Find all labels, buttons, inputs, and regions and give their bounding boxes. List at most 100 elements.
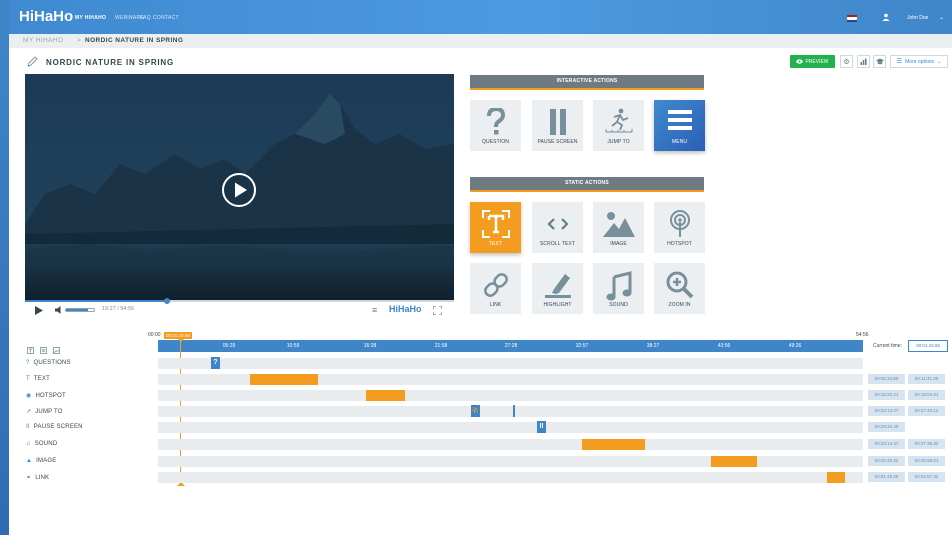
timeline-text-tool-icon[interactable] xyxy=(27,341,34,359)
timeline-action-block[interactable] xyxy=(582,439,645,450)
timeline-time-badge[interactable]: 00:33:14.37 xyxy=(868,439,905,449)
timeline-row-track[interactable]: ? xyxy=(158,357,863,369)
eye-icon xyxy=(796,59,804,64)
tile-jump-to[interactable]: JUMP TO xyxy=(593,100,644,151)
tile-sound[interactable]: SOUND xyxy=(593,263,644,314)
timeline-row-track[interactable]: II xyxy=(158,421,863,433)
current-time-input[interactable]: 00:01:43.68 xyxy=(908,340,948,352)
timeline-time-badge[interactable]: 00:37:36.32 xyxy=(908,439,945,449)
scroll-text-icon xyxy=(546,218,569,230)
language-flag-icon[interactable] xyxy=(847,15,857,22)
tile-question[interactable]: QUESTION xyxy=(470,100,521,151)
jump-icon xyxy=(605,108,632,133)
timeline-time-badge[interactable]: 00:27:43.12 xyxy=(908,406,945,416)
timeline-row-label[interactable]: ⚭ LINK xyxy=(26,474,49,481)
row-label-text: LINK xyxy=(35,475,50,481)
tile-menu[interactable]: MENU xyxy=(654,100,705,151)
timeline-tick-label: 27:28 xyxy=(504,343,518,349)
row-type-icon: ♫ xyxy=(26,441,31,447)
timeline-time-badge[interactable]: 00:52:57.32 xyxy=(908,472,945,482)
play-icon[interactable] xyxy=(35,306,43,315)
timeline-row-label[interactable]: T TEXT xyxy=(26,376,50,382)
tile-pause-screen-label: PAUSE SCREEN xyxy=(537,139,578,145)
fullscreen-icon[interactable] xyxy=(433,306,442,315)
timeline-action-marker[interactable]: ? xyxy=(211,357,220,369)
more-options-dropdown[interactable]: ☰ More options ⌄ xyxy=(890,55,948,68)
settings-button[interactable]: ⚙ xyxy=(840,55,853,68)
tile-hotspot[interactable]: HOTSPOT xyxy=(654,202,705,253)
timeline-row-label[interactable]: ? QUESTIONS xyxy=(26,360,71,366)
row-label-text: QUESTIONS xyxy=(33,360,71,366)
timeline-action-block[interactable] xyxy=(827,472,845,483)
nav-faq[interactable]: FAQ xyxy=(140,15,151,21)
timeline-action-block[interactable] xyxy=(366,390,405,401)
volume-icon[interactable] xyxy=(55,306,64,314)
timeline-row-track[interactable] xyxy=(158,374,863,385)
timeline-action-block[interactable] xyxy=(711,456,757,467)
timeline-time-badge[interactable]: 00:45:58.01 xyxy=(908,456,945,466)
highlight-icon xyxy=(544,274,571,298)
preview-button[interactable]: PREVIEW xyxy=(790,55,835,68)
education-button[interactable] xyxy=(873,55,886,68)
edit-pencil-icon[interactable] xyxy=(26,56,38,68)
tile-zoom-in[interactable]: ZOOM IN xyxy=(654,263,705,314)
tile-link[interactable]: LINK xyxy=(470,263,521,314)
volume-level-fill xyxy=(66,309,89,311)
tile-scroll-text[interactable]: SCROLL TEXT xyxy=(532,202,583,253)
play-overlay-button[interactable] xyxy=(221,172,257,208)
tile-image[interactable]: IMAGE xyxy=(593,202,644,253)
timeline-action-marker[interactable] xyxy=(513,405,515,417)
timeline-action-block[interactable] xyxy=(250,374,318,385)
timeline-action-marker[interactable]: ⛹ xyxy=(471,405,480,417)
volume-slider[interactable] xyxy=(65,308,95,312)
timeline-time-badge[interactable]: 00:23:13.07 xyxy=(868,406,905,416)
user-icon xyxy=(882,13,890,21)
statistics-button[interactable] xyxy=(857,55,870,68)
timeline-list-tool-icon[interactable] xyxy=(40,341,47,359)
tile-hotspot-label: HOTSPOT xyxy=(667,241,692,247)
window-frame xyxy=(0,0,9,535)
timeline-ruler[interactable]: 05:29 10:59 16:28 21:58 27:28 32:57 38:27 43:56… xyxy=(158,340,863,352)
timeline-time-badge[interactable]: 00:51:45.05 xyxy=(868,472,905,482)
video-progress-bar[interactable] xyxy=(25,298,454,304)
app-logo[interactable]: HiHaHo xyxy=(19,8,73,25)
nav-my-hihaho[interactable]: MY HIHAHO xyxy=(75,15,106,21)
timeline-time-badge[interactable]: 00:11:41.38 xyxy=(908,374,945,384)
timeline-row-label[interactable]: ↗ JUMP TO xyxy=(26,408,63,415)
interactive-actions-header: INTERACTIVE ACTIONS xyxy=(470,75,704,90)
timeline-row-track[interactable] xyxy=(158,456,863,467)
user-name[interactable]: John Doe xyxy=(907,15,928,21)
timeline-row-track[interactable] xyxy=(158,472,863,483)
timeline-time-badge[interactable]: 00:29:34.40 xyxy=(868,422,905,432)
timeline-row-track[interactable] xyxy=(158,390,863,401)
tile-pause-screen[interactable]: PAUSE SCREEN xyxy=(532,100,583,151)
video-progress-handle[interactable] xyxy=(163,298,170,304)
tile-text[interactable]: TEXT xyxy=(470,202,521,253)
timeline-row-label[interactable]: II PAUSE SCREEN xyxy=(26,424,83,430)
timeline-row-label[interactable]: ♫ SOUND xyxy=(26,441,57,447)
timeline-time-badge[interactable]: 00:42:33.32 xyxy=(868,456,905,466)
timeline-time-badge[interactable]: 00:15:20.21 xyxy=(868,390,905,400)
player-menu-icon[interactable]: ≡ xyxy=(372,306,377,315)
row-type-icon: II xyxy=(26,424,30,430)
row-label-text: IMAGE xyxy=(36,458,57,464)
breadcrumb-home[interactable]: MY HIHAHO xyxy=(23,34,63,48)
timeline-image-tool-icon[interactable] xyxy=(53,341,60,359)
timeline-row-label[interactable]: ▲ IMAGE xyxy=(26,458,56,464)
timeline-action-marker[interactable]: II xyxy=(537,421,546,433)
timeline-row-label[interactable]: ◉ HOTSPOT xyxy=(26,392,66,399)
timeline-row-track[interactable] xyxy=(158,439,863,450)
nav-contact[interactable]: CONTACT xyxy=(153,15,179,21)
breadcrumb-current: NORDIC NATURE IN SPRING xyxy=(85,37,184,44)
row-type-icon: ◉ xyxy=(26,393,32,399)
timeline-time-badge[interactable]: 00:18:04.61 xyxy=(908,390,945,400)
tile-highlight[interactable]: HIGHLIGHT xyxy=(532,263,583,314)
row-label-text: SOUND xyxy=(34,441,58,447)
user-menu-chevron-icon[interactable]: ⌄ xyxy=(939,14,944,21)
page-title: NORDIC NATURE IN SPRING xyxy=(46,58,175,67)
timeline-tick-label: 16:28 xyxy=(363,343,377,349)
timeline-tick-label: 10:59 xyxy=(286,343,300,349)
link-icon xyxy=(483,273,508,297)
timeline-row-track[interactable]: ⛹ xyxy=(158,405,863,417)
timeline-time-badge[interactable]: 00:06:34.59 xyxy=(868,374,905,384)
